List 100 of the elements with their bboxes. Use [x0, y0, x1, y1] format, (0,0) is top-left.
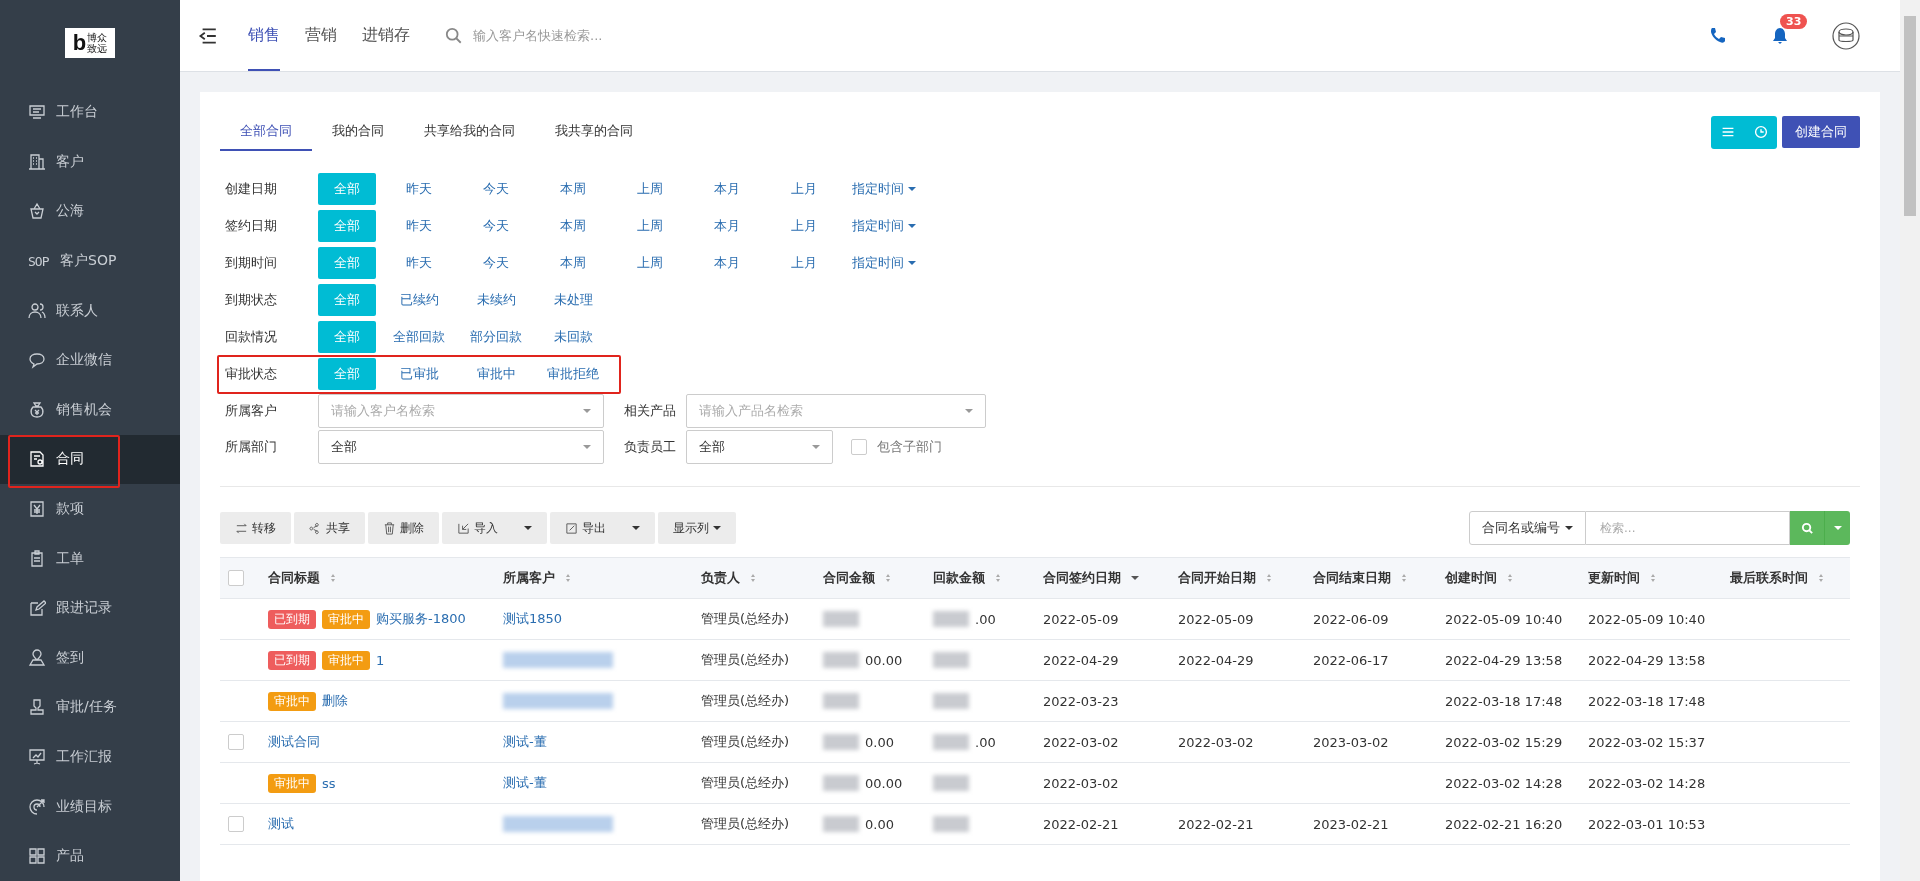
- filter-option[interactable]: 今天: [462, 172, 530, 205]
- column-header[interactable]: 回款金额: [933, 569, 985, 587]
- sidebar-item[interactable]: 跟进记录: [0, 583, 180, 634]
- filter-option[interactable]: 本月: [693, 209, 761, 242]
- filter-option[interactable]: 未续约: [462, 283, 530, 316]
- sidebar-item[interactable]: SOP 客户SOP: [0, 236, 180, 286]
- avatar[interactable]: [1832, 21, 1860, 50]
- filter-option[interactable]: 上月: [770, 209, 838, 242]
- filter-option[interactable]: 本周: [539, 209, 607, 242]
- filter-option[interactable]: 昨天: [385, 246, 453, 279]
- sidebar-item[interactable]: 业绩目标: [0, 781, 180, 832]
- column-header[interactable]: 最后联系时间: [1730, 569, 1808, 587]
- contract-link[interactable]: 删除: [322, 692, 348, 710]
- toolbar-button[interactable]: 删除: [368, 512, 439, 544]
- contract-link[interactable]: 测试合同: [268, 733, 320, 751]
- filter-option[interactable]: 上周: [616, 172, 684, 205]
- filter-option[interactable]: 本月: [693, 246, 761, 279]
- sort-icon[interactable]: [1650, 573, 1656, 583]
- checkbox[interactable]: [228, 570, 244, 586]
- sidebar-item[interactable]: 工单: [0, 533, 180, 584]
- checkbox[interactable]: [228, 816, 244, 832]
- select-field[interactable]: 全部: [686, 430, 833, 464]
- customer-link[interactable]: 测试1850: [503, 610, 563, 628]
- filter-option[interactable]: 未回款: [539, 320, 607, 353]
- sort-icon[interactable]: [1401, 573, 1407, 583]
- sidebar-item[interactable]: 企业微信: [0, 335, 180, 386]
- sort-icon[interactable]: [995, 573, 1001, 583]
- sidebar-item[interactable]: 工作台: [0, 87, 180, 138]
- contract-link[interactable]: 测试: [268, 815, 294, 833]
- filter-option[interactable]: 未处理: [539, 283, 607, 316]
- filter-option[interactable]: 审批中: [462, 357, 530, 390]
- create-button[interactable]: 创建合同: [1782, 115, 1860, 148]
- bell-icon[interactable]: [1770, 25, 1790, 46]
- sidebar-item[interactable]: 客户: [0, 137, 180, 187]
- column-header[interactable]: 更新时间: [1588, 569, 1640, 587]
- checkbox[interactable]: [851, 439, 867, 455]
- customer-link[interactable]: 测试-董: [503, 774, 547, 792]
- filter-option[interactable]: 指定时间: [847, 246, 921, 279]
- contract-link[interactable]: 1: [376, 652, 385, 668]
- filter-option[interactable]: 部分回款: [462, 320, 530, 353]
- column-header[interactable]: 合同结束日期: [1313, 569, 1391, 587]
- sort-icon[interactable]: [1507, 573, 1513, 583]
- dropdown-button[interactable]: [1824, 511, 1850, 545]
- tab[interactable]: 我的合同: [312, 113, 404, 151]
- tab[interactable]: 共享给我的合同: [404, 113, 535, 151]
- nav-tab[interactable]: 进销存: [362, 0, 410, 71]
- sidebar-item[interactable]: 销售机会: [0, 385, 180, 435]
- sort-icon[interactable]: [885, 573, 891, 583]
- sidebar-item[interactable]: 联系人: [0, 285, 180, 336]
- filter-option[interactable]: 审批拒绝: [539, 357, 607, 390]
- scrollbar[interactable]: [1900, 0, 1920, 881]
- filter-option[interactable]: 上周: [616, 246, 684, 279]
- nav-tab[interactable]: 营销: [305, 0, 337, 71]
- customer-link[interactable]: 测试-董: [503, 733, 547, 751]
- filter-option[interactable]: 上周: [616, 209, 684, 242]
- filter-option[interactable]: 今天: [462, 246, 530, 279]
- column-header[interactable]: 合同标题: [268, 569, 320, 587]
- search-field[interactable]: 检索...: [1586, 511, 1790, 545]
- toolbar-button[interactable]: 显示列: [658, 512, 736, 544]
- checkbox[interactable]: [228, 734, 244, 750]
- sidebar-item[interactable]: 审批/任务: [0, 682, 180, 733]
- filter-option[interactable]: 本月: [693, 172, 761, 205]
- column-header[interactable]: 合同签约日期: [1043, 569, 1121, 587]
- sidebar-item[interactable]: 工作汇报: [0, 732, 180, 782]
- filter-option[interactable]: 昨天: [385, 172, 453, 205]
- sort-icon[interactable]: [1266, 573, 1272, 583]
- sort-icon[interactable]: [1818, 573, 1824, 583]
- sidebar-item[interactable]: 公海: [0, 186, 180, 237]
- nav-tab[interactable]: 销售: [248, 0, 280, 71]
- toolbar-button[interactable]: 转移: [220, 512, 291, 544]
- filter-option[interactable]: 本周: [539, 246, 607, 279]
- sort-icon[interactable]: [330, 573, 336, 583]
- tab[interactable]: 我共享的合同: [535, 113, 653, 151]
- history-button[interactable]: [1744, 115, 1777, 149]
- sort-descending-icon[interactable]: [1131, 574, 1139, 582]
- filter-option[interactable]: 上月: [770, 246, 838, 279]
- sort-icon[interactable]: [565, 573, 571, 583]
- filter-option[interactable]: 上月: [770, 172, 838, 205]
- select-field[interactable]: 全部: [318, 430, 604, 464]
- toolbar-button[interactable]: 共享: [294, 512, 365, 544]
- tab[interactable]: 全部合同: [220, 113, 312, 151]
- toolbar-button[interactable]: 导入: [442, 512, 547, 544]
- search-button[interactable]: [1790, 511, 1824, 545]
- sidebar-item[interactable]: 产品: [0, 831, 180, 881]
- column-header[interactable]: 所属客户: [503, 569, 555, 587]
- list-view-button[interactable]: [1711, 115, 1744, 149]
- column-header[interactable]: 创建时间: [1445, 569, 1497, 587]
- filter-option[interactable]: 已审批: [385, 357, 453, 390]
- toolbar-button[interactable]: 导出: [550, 512, 655, 544]
- filter-option[interactable]: 已续约: [385, 283, 453, 316]
- filter-option[interactable]: 指定时间: [847, 172, 921, 205]
- filter-option[interactable]: 昨天: [385, 209, 453, 242]
- column-header[interactable]: 合同开始日期: [1178, 569, 1256, 587]
- sidebar-item[interactable]: 款项: [0, 484, 180, 534]
- sidebar-item[interactable]: 签到: [0, 633, 180, 683]
- sort-icon[interactable]: [750, 573, 756, 583]
- filter-option[interactable]: 全部回款: [385, 320, 453, 353]
- contract-link[interactable]: ss: [322, 775, 336, 791]
- search-field-dropdown[interactable]: 合同名或编号: [1469, 511, 1586, 545]
- sidebar-item[interactable]: 合同: [0, 434, 180, 485]
